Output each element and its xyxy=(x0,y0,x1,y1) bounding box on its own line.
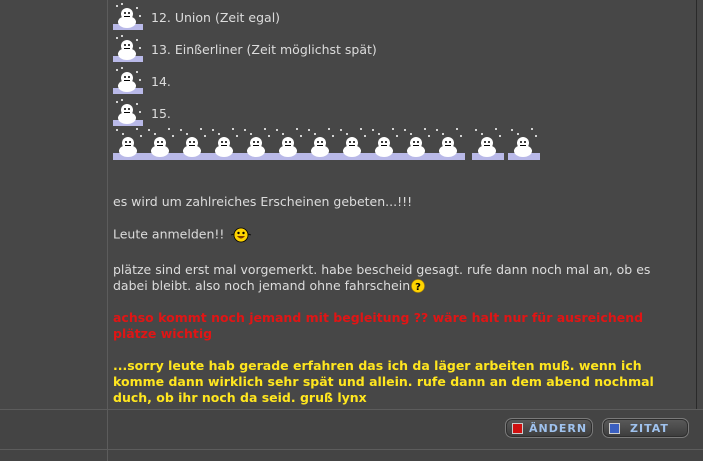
list-item: 12. Union (Zeit egal) xyxy=(113,2,513,30)
list-item-label: 15. xyxy=(151,106,171,121)
snowman-icon xyxy=(113,99,143,126)
snowman-icon xyxy=(369,128,401,160)
edit-button[interactable]: ÄNDERN xyxy=(505,418,593,438)
snowman-icon xyxy=(113,3,143,30)
snowman-icon xyxy=(145,128,177,160)
blue-square-icon xyxy=(609,422,620,434)
list-item: 15. xyxy=(113,98,513,126)
list-item: 14. xyxy=(113,66,513,94)
snowman-icon xyxy=(113,67,143,94)
list-item-label: 12. Union (Zeit egal) xyxy=(151,10,281,25)
snowman-strip xyxy=(113,126,548,160)
author-column xyxy=(0,0,108,460)
snowman-icon xyxy=(273,128,305,160)
post-footer xyxy=(0,409,703,461)
svg-text:?: ? xyxy=(415,282,421,293)
paragraph-yellow: ...sorry leute hab gerade erfahren das i… xyxy=(113,358,654,405)
scrollbar-edge xyxy=(696,0,697,460)
list-item-label: 13. Einßerliner (Zeit möglichst spät) xyxy=(151,42,377,57)
snowman-icon xyxy=(209,128,241,160)
snowman-icon xyxy=(401,128,433,160)
snowman-icon xyxy=(305,128,337,160)
red-square-icon xyxy=(512,422,523,434)
laughing-smiley-icon xyxy=(231,227,252,243)
footer-author-cell xyxy=(0,410,108,461)
edit-button-label: ÄNDERN xyxy=(529,421,588,435)
snowman-icon xyxy=(113,128,145,160)
quote-button-label: ZITAT xyxy=(630,421,669,435)
list-item: 13. Einßerliner (Zeit möglichst spät) xyxy=(113,34,513,62)
snowman-icon xyxy=(113,35,143,62)
question-icon: ? xyxy=(411,279,425,293)
snowman-icon xyxy=(337,128,369,160)
paragraph-text: plätze sind erst mal vorgemerkt. habe be… xyxy=(113,262,651,293)
paragraph: es wird um zahlreiches Erscheinen gebete… xyxy=(113,194,413,209)
paragraph-red: achso kommt noch jemand mit begleitung ?… xyxy=(113,310,644,341)
divider xyxy=(0,449,703,450)
snowman-icon xyxy=(241,128,273,160)
paragraph: plätze sind erst mal vorgemerkt. habe be… xyxy=(113,262,673,294)
snowman-icon xyxy=(433,128,465,160)
paragraph-text: Leute anmelden!! xyxy=(113,226,225,242)
snowman-icon xyxy=(177,128,209,160)
paragraph: Leute anmelden!! xyxy=(113,226,673,244)
post-body: 12. Union (Zeit egal) 13. Einßerliner (Z… xyxy=(108,0,696,409)
list-item-label: 14. xyxy=(151,74,171,89)
quote-button[interactable]: ZITAT xyxy=(602,418,689,438)
snowman-icon xyxy=(472,128,504,160)
snowman-icon xyxy=(508,128,540,160)
